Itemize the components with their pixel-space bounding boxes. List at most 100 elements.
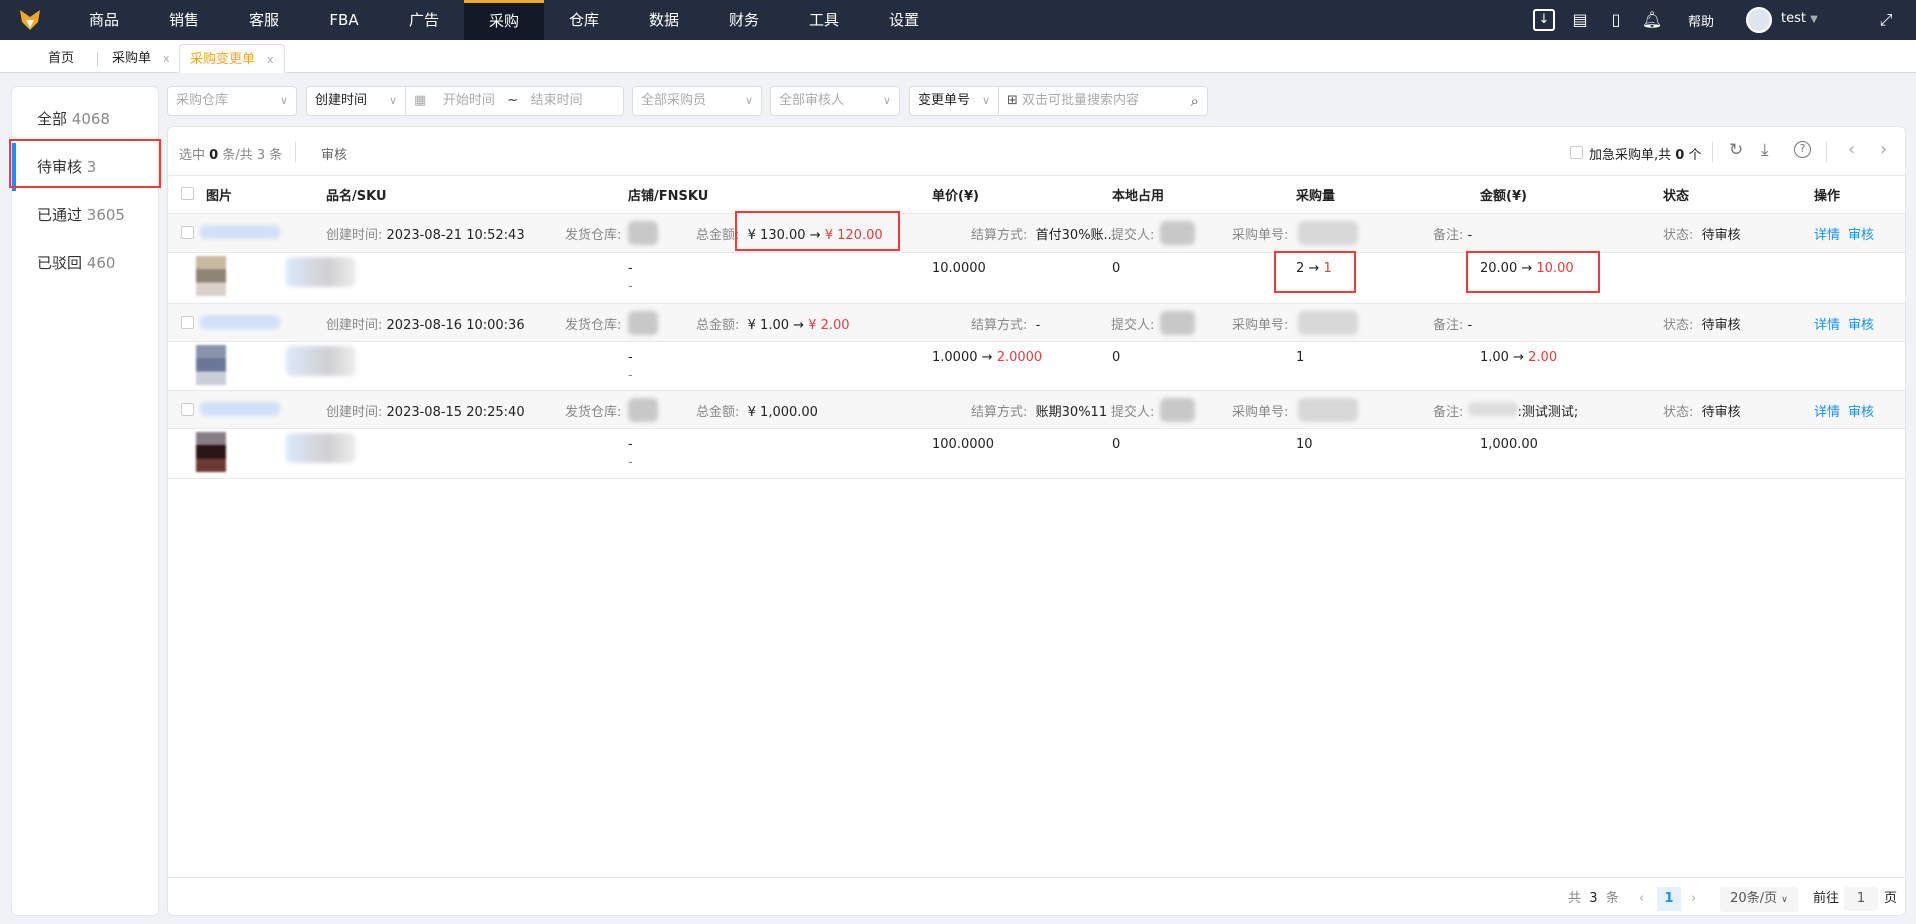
- footer-divider: [168, 877, 1905, 878]
- buyer-select[interactable]: 全部采购员 ∨: [632, 86, 762, 116]
- value: 创建时间: [315, 93, 368, 108]
- status-sidebar: 全部 4068 待审核 3 已通过 3605 已驳回 460: [11, 86, 159, 916]
- product-image: [196, 256, 226, 296]
- po-number-blurred: [1298, 311, 1358, 335]
- download-icon[interactable]: ↓: [1533, 9, 1555, 31]
- caret-down-icon: ▼: [1810, 14, 1818, 25]
- selection-summary: 选中 0 条/共 3 条: [179, 148, 283, 163]
- row-checkbox[interactable]: [181, 403, 194, 416]
- nav-item[interactable]: 设置: [864, 0, 944, 40]
- highlight-box: [1274, 251, 1356, 293]
- help-icon[interactable]: ?: [1794, 141, 1811, 158]
- warehouse-label: 发货仓库:: [565, 405, 622, 420]
- batch-grid-icon[interactable]: ⊞: [1007, 93, 1018, 108]
- divider: [1826, 142, 1827, 162]
- next-page-icon[interactable]: ›: [1691, 887, 1696, 911]
- close-icon[interactable]: x: [163, 52, 170, 65]
- remark: 备注: :测试测试;: [1433, 401, 1578, 420]
- sidebar-item-rejected[interactable]: 已驳回 460: [12, 239, 160, 287]
- nav-item[interactable]: 采购: [464, 0, 544, 40]
- refresh-icon[interactable]: ↻: [1729, 140, 1743, 160]
- created-time: 创建时间: 2023-08-15 20:25:40: [326, 405, 525, 420]
- detail-link[interactable]: 详情: [1814, 401, 1840, 420]
- goto-label: 前往: [1813, 891, 1840, 906]
- row-checkbox[interactable]: [181, 226, 194, 239]
- pagination: 共 3 条 ‹ 1 › 20条/页 ∨ 前往 1 页: [1568, 887, 1898, 912]
- download-icon[interactable]: ⤓: [1761, 140, 1769, 160]
- help-link[interactable]: 帮助: [1688, 11, 1714, 30]
- detail-link[interactable]: 详情: [1814, 224, 1840, 243]
- tab-purchase-change[interactable]: 采购变更单 x: [179, 44, 285, 73]
- po-number-label: 采购单号:: [1232, 228, 1289, 243]
- tab-home[interactable]: 首页: [38, 44, 84, 73]
- add-document-icon[interactable]: ▤: [1569, 9, 1591, 31]
- warehouse-blurred: [628, 221, 658, 245]
- review-link[interactable]: 审核: [1848, 314, 1874, 333]
- user-menu[interactable]: test ▼: [1781, 11, 1818, 26]
- review-button[interactable]: 审核: [321, 144, 347, 163]
- nav-item[interactable]: 客服: [224, 0, 304, 40]
- search-type-select[interactable]: 变更单号 ∨: [909, 86, 999, 116]
- value: 变更单号: [918, 93, 971, 108]
- bell-icon[interactable]: 🔔︎: [1641, 9, 1663, 31]
- col-name-sku: 品名/SKU: [326, 189, 387, 204]
- count: 4068: [71, 110, 110, 128]
- search-input[interactable]: ⊞ 双击可批量搜索内容 ⌕: [998, 86, 1208, 116]
- page-1[interactable]: 1: [1657, 887, 1681, 911]
- end-date[interactable]: 结束时间: [531, 93, 583, 108]
- warehouse-blurred: [628, 311, 658, 335]
- separator: ~: [507, 93, 519, 108]
- tab-label: 采购单: [112, 51, 152, 66]
- close-icon[interactable]: x: [267, 53, 274, 66]
- unit-price: 1.0000 → 2.0000: [932, 350, 1043, 365]
- select-all-checkbox[interactable]: [181, 187, 194, 200]
- total-count: 共 3 条: [1568, 891, 1619, 906]
- product-name-blurred: [286, 433, 356, 463]
- nav-item[interactable]: 销售: [144, 0, 224, 40]
- warehouse-label: 发货仓库:: [565, 228, 622, 243]
- page-size-select[interactable]: 20条/页 ∨: [1720, 887, 1798, 912]
- row-checkbox[interactable]: [181, 316, 194, 329]
- next-icon[interactable]: ›: [1880, 139, 1887, 160]
- review-link[interactable]: 审核: [1848, 224, 1874, 243]
- chevron-down-icon: ∨: [744, 94, 753, 107]
- reviewer-select[interactable]: 全部审核人 ∨: [770, 86, 900, 116]
- placeholder: 全部采购员: [641, 93, 707, 108]
- tab-label: 采购变更单: [190, 52, 256, 67]
- goto-input[interactable]: 1: [1844, 887, 1878, 911]
- urgent-checkbox[interactable]: [1570, 146, 1583, 159]
- avatar[interactable]: [1746, 7, 1772, 33]
- calendar-icon: ▦: [414, 93, 427, 108]
- prev-icon[interactable]: ‹: [1848, 139, 1855, 160]
- fnsku: -: [628, 279, 633, 294]
- start-date[interactable]: 开始时间: [443, 93, 495, 108]
- prev-page-icon[interactable]: ‹: [1639, 887, 1644, 911]
- warehouse-select[interactable]: 采购仓库 ∨: [167, 86, 297, 116]
- mobile-icon[interactable]: ▯: [1605, 9, 1627, 31]
- date-range-input[interactable]: ▦ 开始时间 ~ 结束时间: [405, 86, 624, 116]
- search-icon[interactable]: ⌕: [1191, 87, 1199, 115]
- chevron-down-icon: ∨: [279, 94, 288, 107]
- divider: [1712, 142, 1713, 162]
- review-link[interactable]: 审核: [1848, 401, 1874, 420]
- nav-item[interactable]: 财务: [704, 0, 784, 40]
- remark: 备注: -: [1433, 228, 1473, 243]
- time-type-select[interactable]: 创建时间 ∨: [306, 86, 406, 116]
- placeholder: 全部审核人: [779, 93, 845, 108]
- nav-item[interactable]: 广告: [384, 0, 464, 40]
- logo-icon[interactable]: [18, 8, 42, 32]
- fullscreen-icon[interactable]: ⤢: [1875, 9, 1897, 31]
- nav-item[interactable]: 仓库: [544, 0, 624, 40]
- sidebar-item-approved[interactable]: 已通过 3605: [12, 191, 160, 239]
- local-occupied: 0: [1112, 350, 1121, 365]
- sidebar-item-all[interactable]: 全部 4068: [12, 95, 160, 143]
- product-image: [196, 345, 226, 385]
- nav-item[interactable]: 数据: [624, 0, 704, 40]
- chevron-down-icon: ∨: [388, 94, 397, 107]
- divider: [97, 52, 98, 66]
- nav-item[interactable]: 工具: [784, 0, 864, 40]
- nav-item[interactable]: 商品: [64, 0, 144, 40]
- tab-purchase-order[interactable]: 采购单 x: [102, 44, 180, 73]
- detail-link[interactable]: 详情: [1814, 314, 1840, 333]
- nav-item[interactable]: FBA: [304, 0, 384, 40]
